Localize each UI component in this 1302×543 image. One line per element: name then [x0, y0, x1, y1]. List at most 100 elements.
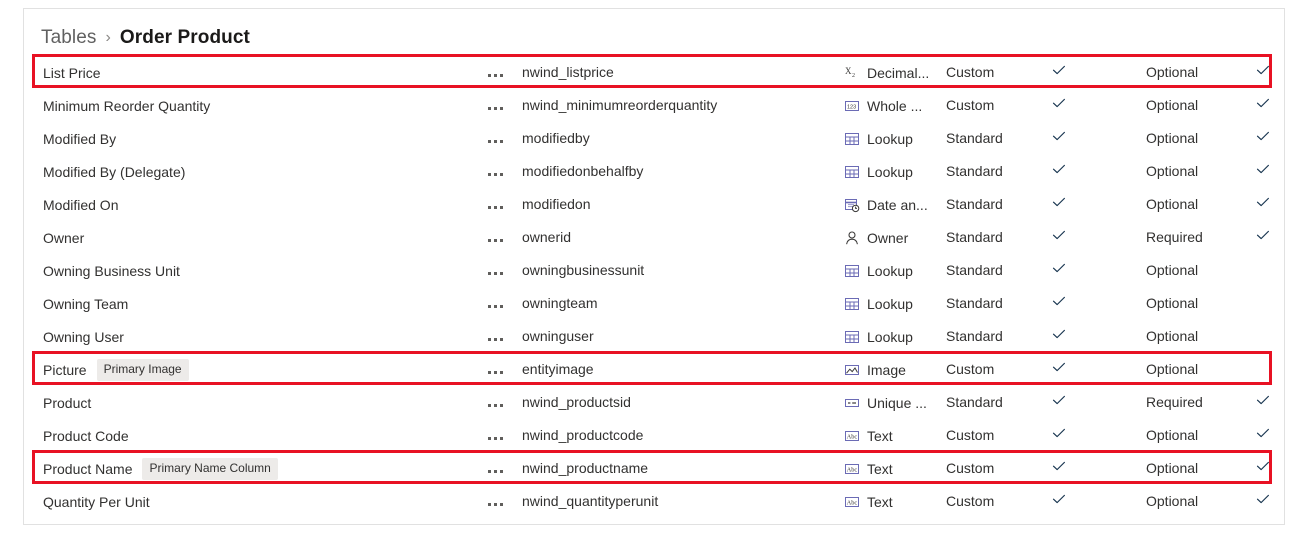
column-display-name-cell[interactable]: Picture Primary Image — [43, 358, 189, 381]
row-more-options-cell — [473, 262, 517, 280]
column-display-name-cell[interactable]: Modified By — [43, 130, 116, 148]
column-display-name-cell[interactable]: Product Code — [43, 427, 129, 445]
column-display-name-cell[interactable]: Minimum Reorder Quantity — [43, 97, 210, 115]
column-data-type-cell: Abc Text — [844, 461, 893, 477]
table-row[interactable]: Modified On modifiedon Date an... Standard O… — [24, 188, 1284, 221]
column-searchable-cell — [1252, 426, 1274, 445]
check-icon — [1256, 492, 1270, 506]
column-origin-cell: Custom — [946, 460, 994, 478]
more-options-icon[interactable] — [473, 304, 517, 308]
column-searchable-cell — [1252, 228, 1274, 247]
column-display-name: Quantity Per Unit — [43, 493, 150, 510]
lookup-icon — [844, 296, 860, 312]
columns-panel: Tables › Order Product List Price nwind_l… — [23, 8, 1285, 525]
column-required-level: Optional — [1146, 162, 1199, 179]
column-display-name: List Price — [43, 64, 101, 81]
svg-text:X: X — [845, 66, 852, 76]
breadcrumb-parent-tables[interactable]: Tables — [41, 27, 97, 49]
column-required-level: Required — [1146, 228, 1203, 245]
column-display-name: Picture — [43, 361, 87, 378]
svg-text:123: 123 — [847, 104, 856, 110]
column-origin-cell: Standard — [946, 196, 1003, 214]
screenshot-root: Tables › Order Product List Price nwind_l… — [0, 0, 1302, 543]
column-display-name-cell[interactable]: Product — [43, 394, 91, 412]
column-required-cell: Optional — [1146, 427, 1198, 445]
column-logical-name: modifiedonbehalfby — [522, 162, 644, 179]
column-required-level: Optional — [1146, 129, 1199, 146]
row-more-options-cell — [473, 493, 517, 511]
more-options-icon[interactable] — [473, 403, 517, 407]
column-data-type: Lookup — [867, 262, 913, 279]
column-data-type: Text — [867, 427, 893, 444]
table-row[interactable]: Owning Business Unit owningbusinessunit Lo… — [24, 254, 1284, 287]
more-options-icon[interactable] — [473, 238, 517, 242]
column-logical-name-cell: modifiedon — [522, 196, 591, 214]
check-icon — [1052, 492, 1066, 506]
table-row[interactable]: Minimum Reorder Quantity nwind_minimumreo… — [24, 89, 1284, 122]
table-row[interactable]: List Price nwind_listprice X 2 Decimal... Cus… — [24, 56, 1284, 89]
table-row[interactable]: Quantity Per Unit nwind_quantityperunit Ab… — [24, 485, 1284, 518]
row-more-options-cell — [473, 163, 517, 181]
table-row[interactable]: Owning Team owningteam Lookup Standard Optio… — [24, 287, 1284, 320]
column-logical-name-cell: owningteam — [522, 295, 598, 313]
column-display-name-cell[interactable]: Product Name Primary Name Column — [43, 457, 278, 480]
column-data-type: Lookup — [867, 328, 913, 345]
text-icon: Abc — [844, 494, 860, 510]
column-logical-name: nwind_productcode — [522, 426, 644, 443]
column-logical-name-cell: nwind_productcode — [522, 427, 643, 445]
more-options-icon[interactable] — [473, 469, 517, 473]
column-origin-cell: Standard — [946, 328, 1003, 346]
column-logical-name-cell: owninguser — [522, 328, 594, 346]
column-data-type: Image — [867, 361, 906, 378]
column-data-type-cell: 123 Whole ... — [844, 98, 922, 114]
owner-icon — [844, 230, 860, 246]
column-required-level: Optional — [1146, 360, 1199, 377]
column-display-name-cell[interactable]: Owner — [43, 229, 84, 247]
more-options-icon[interactable] — [473, 436, 517, 440]
column-display-name-cell[interactable]: Modified On — [43, 196, 118, 214]
check-icon — [1256, 459, 1270, 473]
column-origin-cell: Custom — [946, 427, 994, 445]
table-row[interactable]: Modified By (Delegate) modifiedonbehalfby… — [24, 155, 1284, 188]
lookup-icon — [844, 164, 860, 180]
check-icon — [1256, 228, 1270, 242]
more-options-icon[interactable] — [473, 337, 517, 341]
row-more-options-cell — [473, 196, 517, 214]
column-badge: Primary Image — [96, 358, 189, 381]
column-origin-cell: Standard — [946, 394, 1003, 412]
column-data-type: Lookup — [867, 163, 913, 180]
column-origin-cell: Standard — [946, 295, 1003, 313]
column-display-name-cell[interactable]: Owning Team — [43, 295, 128, 313]
table-row[interactable]: Product Name Primary Name Column nwind_pro… — [24, 452, 1284, 485]
table-row[interactable]: Product nwind_productsid Unique ... Standar… — [24, 386, 1284, 419]
column-display-name-cell[interactable]: Quantity Per Unit — [43, 493, 150, 511]
more-options-icon[interactable] — [473, 271, 517, 275]
column-customizable-cell — [1048, 195, 1070, 214]
more-options-icon[interactable] — [473, 73, 517, 77]
more-options-icon[interactable] — [473, 106, 517, 110]
table-row[interactable]: Modified By modifiedby Lookup Standard Optio… — [24, 122, 1284, 155]
check-icon — [1256, 129, 1270, 143]
more-options-icon[interactable] — [473, 370, 517, 374]
more-options-icon[interactable] — [473, 205, 517, 209]
more-options-icon[interactable] — [473, 139, 517, 143]
column-searchable-cell — [1252, 96, 1274, 115]
table-row[interactable]: Picture Primary Image entityimage Image Cust… — [24, 353, 1284, 386]
column-display-name-cell[interactable]: Modified By (Delegate) — [43, 163, 185, 181]
more-options-icon[interactable] — [473, 172, 517, 176]
table-row[interactable]: Product Code nwind_productcode Abc Text Cust… — [24, 419, 1284, 452]
table-row[interactable]: Owner ownerid Owner Standard Required — [24, 221, 1284, 254]
column-origin: Custom — [946, 459, 995, 476]
column-display-name-cell[interactable]: Owning User — [43, 328, 124, 346]
column-logical-name: owningteam — [522, 294, 598, 311]
column-display-name-cell[interactable]: Owning Business Unit — [43, 262, 180, 280]
column-required-level: Optional — [1146, 459, 1199, 476]
table-row[interactable]: Owning User owninguser Lookup Standard Optio… — [24, 320, 1284, 353]
row-more-options-cell — [473, 295, 517, 313]
column-display-name-cell[interactable]: List Price — [43, 64, 101, 82]
column-logical-name: entityimage — [522, 360, 594, 377]
column-display-name: Owning Business Unit — [43, 262, 180, 279]
column-customizable-cell — [1048, 228, 1070, 247]
more-options-icon[interactable] — [473, 502, 517, 506]
column-customizable-cell — [1048, 360, 1070, 379]
